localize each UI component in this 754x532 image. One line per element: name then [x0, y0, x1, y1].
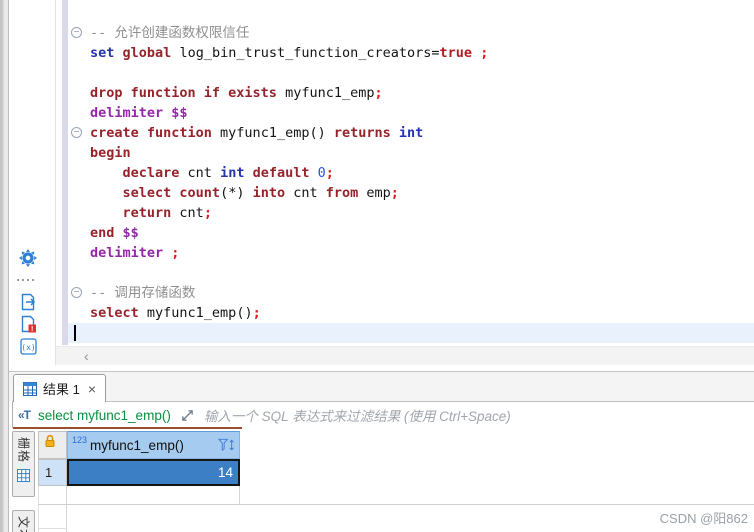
code-line[interactable]: return cnt; [68, 203, 754, 223]
grid-line [38, 528, 67, 529]
code-line[interactable]: delimiter $$ [68, 103, 754, 123]
result-grid-icon [23, 381, 37, 396]
row-header-1[interactable]: 1 [38, 459, 67, 486]
file-problem-button[interactable]: ! [18, 314, 38, 334]
side-tab-text-label: 文本 [16, 515, 30, 532]
column-filter-sort-icon[interactable] [218, 438, 235, 452]
code-line[interactable]: select myfunc1_emp(); [68, 303, 754, 323]
grid-corner-cell[interactable] [38, 431, 67, 459]
expand-filter-icon[interactable] [181, 409, 194, 422]
grid-line [38, 504, 754, 505]
grid-line [66, 486, 67, 532]
fold-collapse-icon[interactable]: − [71, 27, 82, 38]
window-edge-strip [0, 0, 9, 532]
fold-collapse-icon[interactable]: − [71, 127, 82, 138]
grid-line [239, 486, 240, 504]
side-tab-grid[interactable]: 栅格 [12, 431, 35, 497]
gear-icon [19, 249, 37, 267]
code-line[interactable]: end $$ [68, 223, 754, 243]
code-line[interactable]: drop function if exists myfunc1_emp; [68, 83, 754, 103]
code-line[interactable]: begin [68, 143, 754, 163]
svg-text:!: ! [31, 326, 33, 333]
code-line[interactable] [68, 63, 754, 83]
code-line[interactable]: set global log_bin_trust_function_creato… [68, 43, 754, 63]
query-underline [13, 427, 242, 429]
column-name: myfunc1_emp() [90, 437, 184, 453]
filter-expression-icon: «T [18, 408, 31, 422]
results-panel: 结果 1 × «T select myfunc1_emp() 输入一个 SQL … [9, 371, 754, 532]
variables-button[interactable]: (x) [18, 336, 38, 356]
export-script-button[interactable] [18, 292, 38, 312]
settings-gear-icon[interactable] [18, 248, 38, 268]
scroll-left-arrow-icon[interactable]: ‹ [84, 347, 89, 365]
grid-line [38, 486, 39, 532]
code-area[interactable]: − -- 允许创建函数权限信任 set global log_bin_trust_f… [68, 23, 754, 343]
fold-collapse-icon[interactable]: − [71, 287, 82, 298]
column-header-myfunc1_emp[interactable]: 123 myfunc1_emp() [67, 431, 240, 459]
side-tab-text[interactable]: 文本 [12, 510, 35, 532]
tab-label: 结果 1 [43, 382, 80, 397]
grid-view-icon [17, 469, 30, 487]
result-cell-selected[interactable]: 14 [67, 459, 240, 486]
code-line[interactable]: delimiter ; [68, 243, 754, 263]
file-export-icon [21, 293, 35, 311]
result-grid-region: 栅格 文本 123 myfunc1_emp() 1 14 [9, 429, 754, 532]
svg-text:(x): (x) [21, 343, 35, 352]
executed-query-text[interactable]: select myfunc1_emp() [38, 408, 171, 423]
code-line[interactable]: − create function myfunc1_emp() returns i… [68, 123, 754, 143]
code-line[interactable]: − -- 允许创建函数权限信任 [68, 23, 754, 43]
toolbar-separator-dots [17, 279, 34, 281]
tab-results-1[interactable]: 结果 1 × [13, 374, 107, 402]
side-tab-grid-label: 栅格 [16, 436, 30, 464]
results-tab-bar: 结果 1 × [9, 372, 754, 402]
code-line[interactable]: declare cnt int default 0; [68, 163, 754, 183]
lock-icon [45, 434, 55, 447]
code-line[interactable]: − -- 调用存储函数 [68, 283, 754, 303]
code-line[interactable] [68, 323, 754, 343]
code-line[interactable]: select count(*) into cnt from emp; [68, 183, 754, 203]
close-tab-icon[interactable]: × [88, 382, 96, 396]
numeric-type-badge: 123 [72, 435, 88, 445]
text-caret [74, 325, 76, 341]
file-error-icon: ! [21, 315, 36, 333]
editor-horizontal-scrollbar[interactable]: ‹ [56, 346, 754, 365]
watermark-text: CSDN @阳862 [659, 511, 748, 526]
result-filter-bar[interactable]: «T select myfunc1_emp() 输入一个 SQL 表达式来过滤结… [12, 401, 754, 429]
brackets-x-icon: (x) [19, 337, 37, 355]
sql-editor[interactable]: − -- 允许创建函数权限信任 set global log_bin_trust_f… [56, 0, 754, 346]
editor-left-toolbar: ! (x) [9, 0, 56, 365]
filter-input-placeholder[interactable]: 输入一个 SQL 表达式来过滤结果 (使用 Ctrl+Space) [204, 405, 511, 425]
code-line[interactable] [68, 263, 754, 283]
